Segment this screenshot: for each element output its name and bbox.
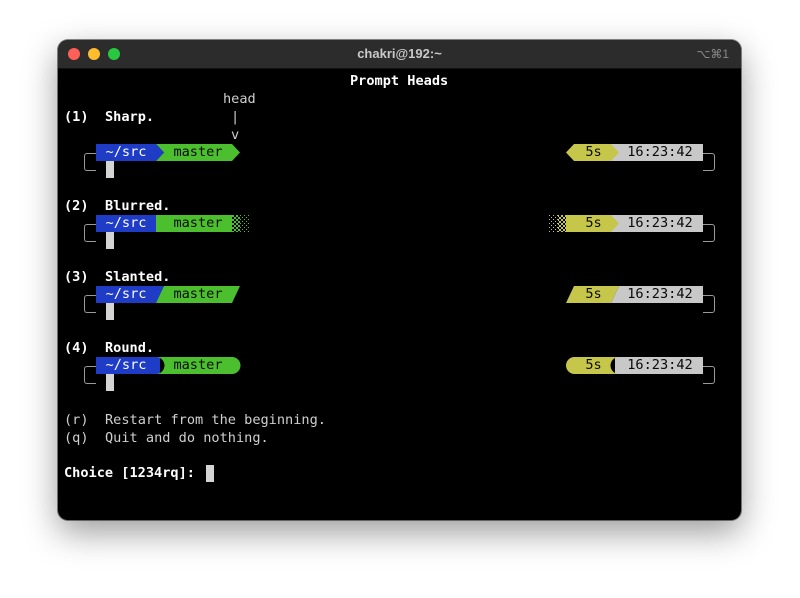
option-key-1: (1) — [64, 109, 89, 125]
duration-segment: 5s — [585, 215, 602, 231]
branch-segment: master — [173, 144, 223, 160]
head-pointer-pipe: | — [231, 109, 240, 125]
option-key-2: (2) — [64, 198, 89, 214]
prompt-cursor — [106, 374, 114, 391]
dir-segment: ~/src — [105, 286, 147, 302]
left-frame-bracket — [84, 153, 96, 171]
duration-segment: 5s — [585, 357, 602, 373]
window-title: chakri@192:~ — [357, 46, 442, 61]
prompt-cursor — [106, 303, 114, 320]
right-frame-bracket — [703, 295, 715, 313]
page-title: Prompt Heads — [350, 73, 449, 89]
branch-segment: master — [173, 357, 223, 373]
terminal-window: chakri@192:~ ⌥⌘1 Prompt Heads head | v (… — [58, 40, 741, 520]
input-cursor[interactable] — [206, 465, 214, 482]
quit-label: Quit and do nothing. — [105, 430, 269, 446]
duration-segment: 5s — [585, 144, 602, 160]
restart-key: (r) — [64, 412, 89, 428]
left-frame-bracket — [84, 366, 96, 384]
left-frame-bracket — [84, 224, 96, 242]
option-label-2: Blurred. — [105, 198, 171, 214]
branch-segment: master — [173, 215, 223, 231]
dir-segment: ~/src — [105, 144, 147, 160]
prompt-cursor — [106, 161, 114, 178]
option-key-4: (4) — [64, 340, 89, 356]
head-label: head — [223, 91, 256, 107]
duration-segment: 5s — [585, 286, 602, 302]
choice-prompt: Choice [1234rq]: — [64, 465, 195, 481]
window-shortcut: ⌥⌘1 — [696, 47, 729, 61]
head-pointer-arrow: v — [231, 127, 240, 143]
dir-segment: ~/src — [105, 357, 147, 373]
time-segment: 16:23:42 — [627, 357, 693, 373]
option-label-4: Round. — [105, 340, 155, 356]
option-key-3: (3) — [64, 269, 89, 285]
option-label-1: Sharp. — [105, 109, 155, 125]
time-segment: 16:23:42 — [627, 286, 693, 302]
option-label-3: Slanted. — [105, 269, 171, 285]
right-frame-bracket — [703, 153, 715, 171]
quit-key: (q) — [64, 430, 89, 446]
prompt-cursor — [106, 232, 114, 249]
dir-segment: ~/src — [105, 215, 147, 231]
title-bar: chakri@192:~ ⌥⌘1 — [58, 40, 741, 69]
branch-segment: master — [173, 286, 223, 302]
right-frame-bracket — [703, 366, 715, 384]
left-frame-bracket — [84, 295, 96, 313]
time-segment: 16:23:42 — [627, 215, 693, 231]
right-frame-bracket — [703, 224, 715, 242]
restart-label: Restart from the beginning. — [105, 412, 326, 428]
time-segment: 16:23:42 — [627, 144, 693, 160]
